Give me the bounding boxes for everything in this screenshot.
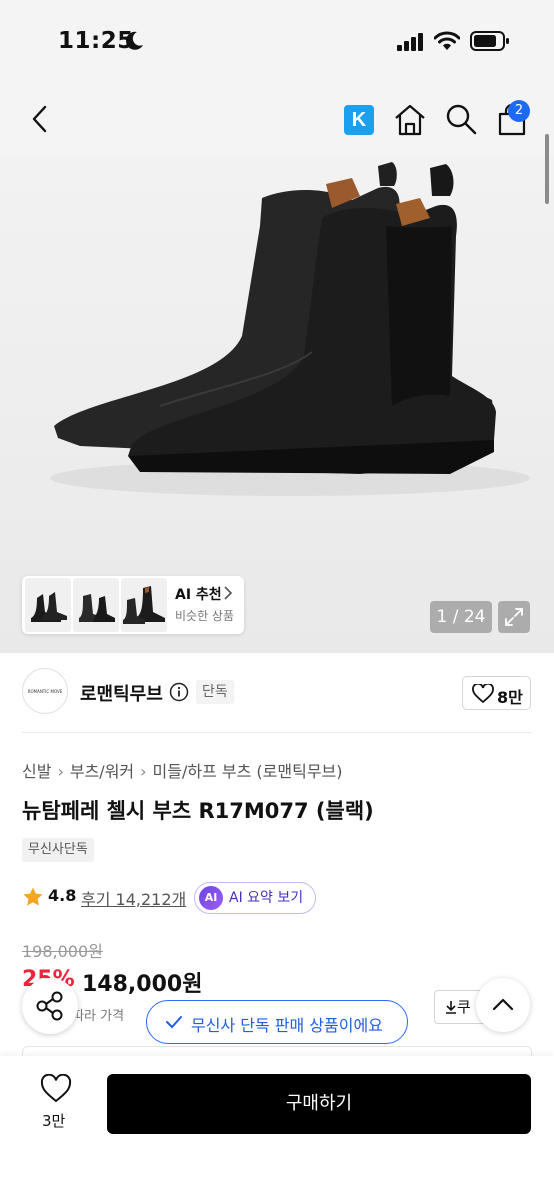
- breadcrumb: 신발 › 부츠/워커 › 미들/하프 부츠 (로맨틱무브): [22, 758, 343, 782]
- heart-icon[interactable]: [40, 1074, 72, 1104]
- chevron-up-icon: [492, 998, 514, 1011]
- download-icon: [446, 1001, 456, 1014]
- sale-price: 148,000원: [82, 972, 203, 997]
- battery-icon: [470, 31, 509, 51]
- next-section-card: [22, 1046, 532, 1056]
- chevron-right-icon: ›: [57, 762, 64, 781]
- info-icon[interactable]: [169, 682, 189, 702]
- cart-count-badge: 2: [508, 100, 530, 122]
- product-title: 뉴탐페레 첼시 부츠 R17M077 (블랙): [22, 799, 374, 823]
- scroll-top-button[interactable]: [476, 978, 530, 1032]
- buy-button[interactable]: 구매하기: [107, 1074, 531, 1134]
- chevron-right-icon: ›: [140, 762, 147, 781]
- rating-score: 4.8: [48, 886, 77, 905]
- thumbnail-1[interactable]: [25, 578, 71, 632]
- status-time: 11:25: [58, 28, 134, 54]
- signal-icon: [397, 33, 423, 51]
- toast-text: 무신사 단독 판매 상품이에요: [191, 1016, 383, 1035]
- breadcrumb-item[interactable]: 신발: [22, 758, 51, 782]
- share-button[interactable]: [22, 978, 78, 1034]
- thumbnail-boot-image: [31, 592, 67, 622]
- original-price: 198,000원: [22, 942, 103, 961]
- ai-summary-label: AI 요약 보기: [229, 890, 304, 906]
- back-icon[interactable]: [24, 102, 58, 136]
- brand-name[interactable]: 로맨틱무브: [80, 680, 163, 706]
- heart-icon: [472, 684, 494, 704]
- like-count: 3만: [42, 1112, 66, 1130]
- review-count-link[interactable]: 후기 14,212개: [81, 886, 186, 910]
- thumbnail-boot-image: [123, 586, 165, 624]
- ai-summary-button[interactable]: AI AI 요약 보기: [194, 882, 317, 914]
- ai-recommend-card[interactable]: AI 추천 비슷한 상품: [22, 576, 244, 634]
- kakao-store-button[interactable]: K: [344, 105, 374, 135]
- brand-like-count: 8만: [497, 688, 523, 707]
- check-icon: [166, 1016, 182, 1029]
- brand-logo[interactable]: ROMANTIC MOVE: [22, 668, 68, 714]
- divider: [22, 732, 532, 733]
- thumbnail-2[interactable]: [73, 578, 119, 632]
- breadcrumb-item[interactable]: 부츠/워커: [70, 758, 134, 782]
- status-bar: 11:25: [0, 0, 554, 84]
- thumbnail-3[interactable]: [121, 578, 167, 632]
- home-icon[interactable]: [392, 102, 428, 138]
- top-nav: K: [0, 84, 554, 156]
- ai-recommend-subtitle: 비슷한 상품: [175, 609, 235, 623]
- ai-badge-icon: AI: [199, 886, 223, 910]
- coupon-label: 쿠: [457, 998, 471, 1016]
- page-scrollbar[interactable]: [545, 134, 549, 204]
- moon-icon: [126, 31, 143, 50]
- image-counter: 1 / 24: [430, 601, 492, 633]
- wifi-icon: [434, 31, 460, 50]
- ai-recommend-title: AI 추천: [175, 587, 222, 603]
- exclusive-toast: 무신사 단독 판매 상품이에요: [146, 1000, 408, 1044]
- breadcrumb-item[interactable]: 미들/하프 부츠 (로맨틱무브): [153, 758, 343, 782]
- brand-like-button[interactable]: 8만: [462, 676, 531, 710]
- share-icon: [36, 991, 63, 1021]
- star-icon: [23, 887, 43, 906]
- brand-exclusive-tag: 단독: [196, 680, 234, 704]
- search-icon[interactable]: [444, 102, 478, 136]
- exclusive-tag: 무신사단독: [22, 838, 94, 862]
- chevron-right-icon: [224, 586, 233, 600]
- expand-icon: [505, 608, 523, 626]
- expand-button[interactable]: [498, 601, 530, 633]
- thumbnail-boot-image: [79, 594, 115, 622]
